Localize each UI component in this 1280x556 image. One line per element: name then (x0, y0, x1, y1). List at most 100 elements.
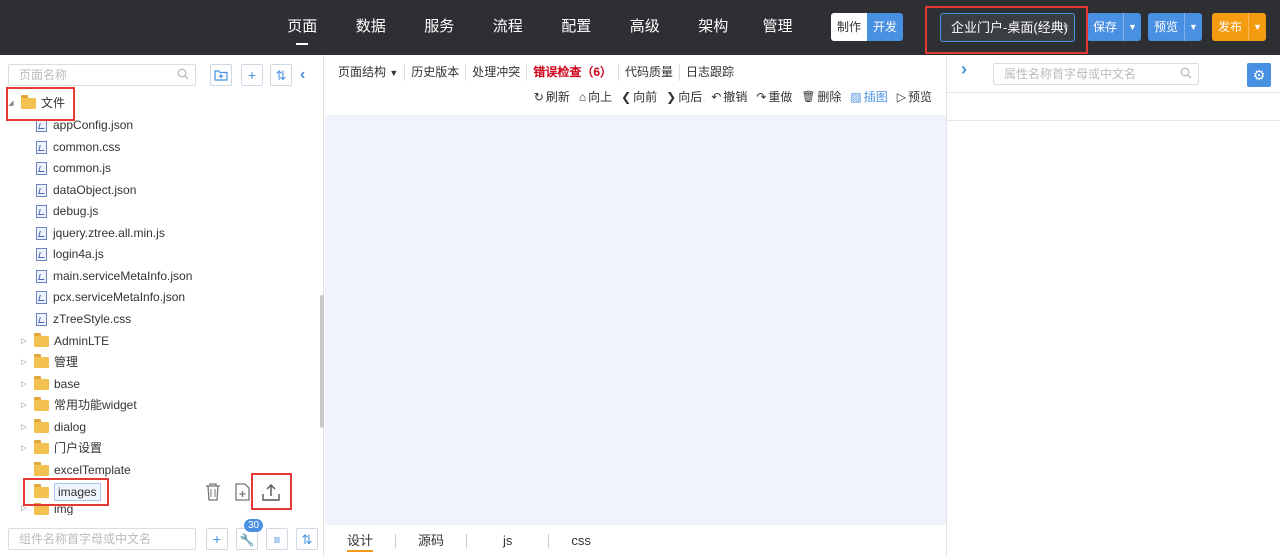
swap-button[interactable]: ⇅ (296, 528, 318, 550)
next-button[interactable]: ❯ 向后 (666, 88, 702, 105)
error-check-menu[interactable]: 错误检查（6） (527, 64, 619, 81)
file-name: login4a.js (53, 247, 104, 261)
tree-folder[interactable]: ▷ base (18, 374, 80, 395)
tab-source[interactable]: 源码 (396, 533, 468, 548)
gear-icon: ⚙ (1252, 67, 1266, 83)
portal-select[interactable]: 企业门户-桌面(经典) ▼ (940, 13, 1075, 42)
nav-item-architecture[interactable]: 架构 (679, 0, 748, 55)
tree-folder[interactable]: ▷ 管理 (18, 352, 78, 373)
caret-down-icon: ▼ (389, 68, 399, 78)
folder-name: dialog (54, 419, 87, 434)
upload-button[interactable] (261, 482, 281, 504)
component-search-input[interactable]: 组件名称首字母或中文名 (8, 528, 196, 550)
folder-icon (34, 483, 49, 498)
tab-js[interactable]: js (467, 533, 550, 548)
page-search-placeholder: 页面名称 (19, 68, 68, 82)
search-icon (177, 68, 189, 80)
log-trace-menu[interactable]: 日志跟踪 (680, 64, 740, 81)
file-icon (36, 119, 47, 132)
code-quality-menu[interactable]: 代码质量 (619, 64, 681, 81)
file-icon (36, 205, 47, 218)
collapse-left-icon[interactable]: ‹ (300, 64, 316, 86)
preview-icon: ▷ (896, 89, 906, 104)
mode-make-button[interactable]: 制作 (831, 13, 868, 41)
new-file-button[interactable] (234, 482, 252, 504)
tree-scrollbar[interactable] (320, 295, 324, 428)
editor-tabs: 设计 源码 js css (325, 525, 946, 556)
folder-name: 门户设置 (54, 441, 103, 455)
tree-folder[interactable]: ▷ 常用功能widget (18, 395, 137, 416)
undo-button[interactable]: ↶ 撤销 (711, 88, 747, 105)
tree-root-folder[interactable]: ◢ 文件 (5, 93, 65, 114)
tree-file[interactable]: login4a.js (36, 244, 104, 265)
tree-file[interactable]: zTreeStyle.css (36, 309, 131, 330)
nav-item-process[interactable]: 流程 (474, 0, 543, 55)
plus-icon: + (212, 531, 222, 547)
nav-item-data[interactable]: 数据 (337, 0, 406, 55)
nav-item-service[interactable]: 服务 (405, 0, 474, 55)
refresh-label: 刷新 (545, 90, 570, 104)
delete-folder-button[interactable] (204, 482, 222, 504)
tree-file[interactable]: debug.js (36, 201, 98, 222)
publish-button[interactable]: 发布 (1212, 13, 1248, 41)
nav-item-page[interactable]: 页面 (268, 0, 337, 55)
mode-dev-button[interactable]: 开发 (867, 13, 904, 41)
refresh-button[interactable]: ↻ 刷新 (534, 88, 570, 105)
folder-name: img (54, 503, 74, 515)
save-button[interactable]: 保存 (1087, 13, 1123, 41)
page-structure-menu[interactable]: 页面结构 ▼ (338, 64, 406, 81)
folder-open-icon (21, 95, 36, 109)
tree-folder[interactable]: excelTemplate (34, 460, 131, 481)
tree-file[interactable]: jquery.ztree.all.min.js (36, 223, 165, 244)
preview-dropdown-icon[interactable]: ▼ (1184, 13, 1202, 41)
nav-item-manage[interactable]: 管理 (748, 0, 808, 55)
redo-button[interactable]: ↷ 重做 (756, 88, 792, 105)
prev-button[interactable]: ❮ 向前 (621, 88, 657, 105)
illustration-label: 插图 (863, 90, 888, 104)
tree-file[interactable]: pcx.serviceMetaInfo.json (36, 287, 185, 308)
tree-file[interactable]: dataObject.json (36, 180, 136, 201)
tab-design[interactable]: 设计 (325, 532, 397, 552)
sort-button[interactable]: ⇅ (270, 64, 292, 86)
next-label: 向后 (678, 90, 703, 104)
redo-icon: ↷ (756, 89, 767, 104)
new-folder-button[interactable] (210, 64, 232, 86)
tree-folder-selected[interactable]: images (34, 482, 101, 503)
page-search-input[interactable]: 页面名称 (8, 64, 196, 86)
tab-design-label: 设计 (347, 532, 374, 552)
tree-folder[interactable]: ▷ dialog (18, 417, 86, 438)
settings-button[interactable]: ⚙ (1247, 63, 1271, 87)
tree-folder[interactable]: ▷ 门户设置 (18, 438, 102, 459)
preview-split-button: 预览 ▼ (1148, 13, 1203, 41)
add-component-button[interactable]: + (206, 528, 228, 550)
save-dropdown-icon[interactable]: ▼ (1123, 13, 1141, 41)
tree-file[interactable]: common.css (36, 137, 120, 158)
illustration-button[interactable]: ▨ 插图 (850, 88, 887, 105)
folder-name: 管理 (54, 355, 79, 369)
file-icon (36, 226, 47, 240)
expand-right-icon[interactable]: › (961, 59, 967, 80)
history-menu[interactable]: 历史版本 (405, 64, 467, 81)
tree-folder[interactable]: ▷ img (18, 503, 73, 515)
tree-file[interactable]: common.js (36, 158, 111, 179)
canvas-preview-button[interactable]: ▷ 预览 (897, 88, 932, 105)
folder-icon (34, 354, 49, 368)
folder-name: images (54, 483, 101, 501)
preview-button[interactable]: 预览 (1148, 13, 1184, 41)
nav-item-advanced[interactable]: 高级 (611, 0, 680, 55)
tree-file[interactable]: appConfig.json (36, 115, 133, 136)
up-button[interactable]: ⌂ 向上 (579, 88, 612, 105)
tree-folder[interactable]: ▷ AdminLTE (18, 331, 109, 352)
property-search-input[interactable]: 属性名称首字母或中文名 (993, 63, 1199, 85)
tab-css[interactable]: css (549, 533, 613, 548)
add-page-button[interactable]: + (241, 64, 263, 86)
conflict-menu[interactable]: 处理冲突 (466, 64, 528, 81)
tree-file[interactable]: main.serviceMetaInfo.json (36, 266, 192, 287)
left-panel: 页面名称 + ⇅ ‹ ◢ 文件 appConfig.json common.cs… (0, 55, 324, 556)
nav-item-config[interactable]: 配置 (542, 0, 611, 55)
list-sort-button[interactable]: ≡ (266, 528, 288, 550)
publish-dropdown-icon[interactable]: ▼ (1248, 13, 1266, 41)
folder-icon (34, 418, 49, 433)
undo-label: 撤销 (723, 90, 748, 104)
delete-button[interactable]: 🗑 删除 (801, 88, 841, 105)
